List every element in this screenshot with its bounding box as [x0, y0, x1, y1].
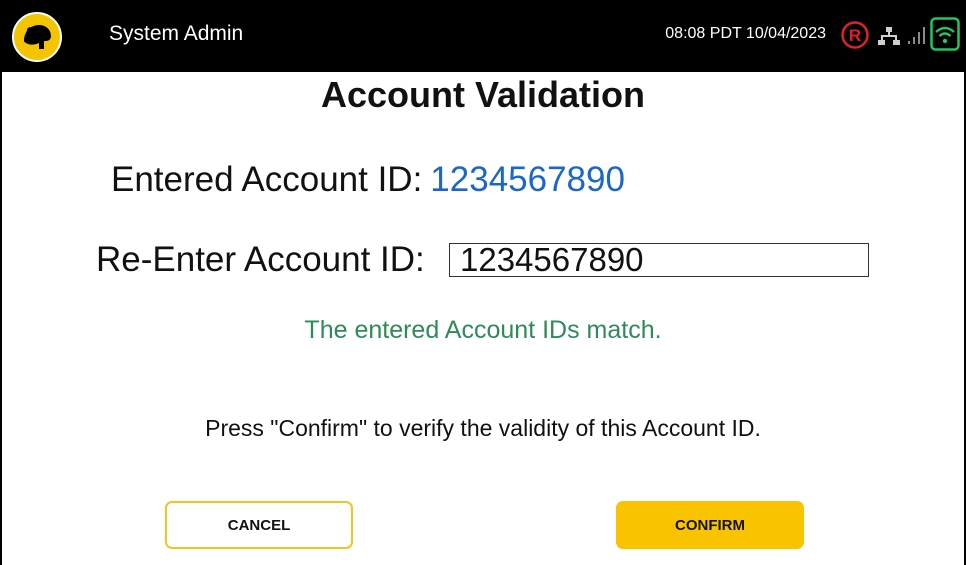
svg-text:R: R [849, 26, 861, 45]
reenter-account-label: Re-Enter Account ID: [96, 239, 425, 279]
match-message: The entered Account IDs match. [304, 316, 662, 344]
dog-logo-icon [12, 12, 62, 62]
entered-account-value: 1234567890 [430, 160, 625, 199]
reenter-account-input[interactable] [449, 243, 869, 277]
wifi-icon [930, 17, 960, 51]
reenter-account-row: Re-Enter Account ID: [96, 238, 869, 280]
entered-account-label: Entered Account ID: [111, 160, 423, 199]
signal-icon [908, 27, 925, 44]
datetime: 08:08 PDT 10/04/2023 [665, 25, 826, 42]
app-title: System Admin [109, 22, 244, 45]
entered-account-row: Entered Account ID: 1234567890 [111, 160, 625, 200]
network-icon [878, 27, 900, 45]
confirm-button[interactable]: CONFIRM [616, 501, 804, 549]
app-frame: System Admin 08:08 PDT 10/04/2023 R Acco… [0, 0, 966, 565]
status-bar: System Admin 08:08 PDT 10/04/2023 R [2, 0, 964, 72]
confirm-instruction: Press "Confirm" to verify the validity o… [205, 415, 761, 441]
registered-icon: R [841, 21, 869, 49]
cancel-button[interactable]: CANCEL [165, 501, 353, 549]
page-title: Account Validation [320, 74, 646, 115]
